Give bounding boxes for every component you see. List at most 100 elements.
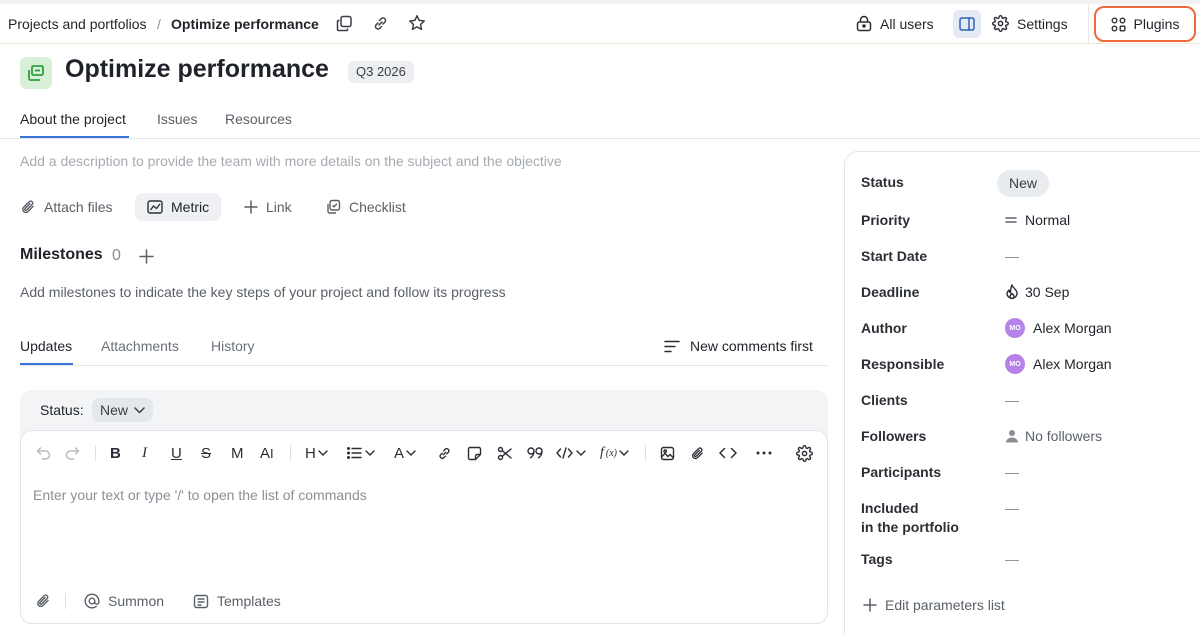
summon-label: Summon xyxy=(108,593,165,609)
strikethrough-icon[interactable]: S xyxy=(201,444,211,462)
add-milestone-icon[interactable] xyxy=(139,249,154,264)
tabs-divider xyxy=(0,138,1200,139)
status-badge[interactable]: New xyxy=(997,170,1050,197)
composer-status-label: Status: xyxy=(40,402,84,418)
insert-link-icon[interactable] xyxy=(437,444,452,462)
author-value[interactable]: MO Alex Morgan xyxy=(1005,318,1112,338)
tab-issues[interactable]: Issues xyxy=(157,111,197,127)
checklist-button[interactable]: Checklist xyxy=(325,193,406,221)
note-icon[interactable] xyxy=(467,444,482,462)
toolbar-divider xyxy=(290,445,291,461)
sidebar-panel-icon xyxy=(959,17,975,31)
tab-about[interactable]: About the project xyxy=(20,111,126,127)
tab-attachments[interactable]: Attachments xyxy=(101,338,179,354)
deadline-label: Deadline xyxy=(861,284,920,300)
formula-icon[interactable]: f (x) xyxy=(600,444,629,462)
cut-icon[interactable] xyxy=(497,444,512,462)
footer-divider xyxy=(65,593,66,609)
star-icon[interactable] xyxy=(408,14,426,32)
plugins-icon xyxy=(1111,17,1126,32)
list-icon[interactable] xyxy=(347,444,375,462)
panel-toggle-button[interactable] xyxy=(953,10,981,38)
editor-settings-icon[interactable] xyxy=(796,444,813,462)
bold-icon[interactable]: B xyxy=(110,444,121,462)
composer-status-value: New xyxy=(100,402,129,418)
italic-icon[interactable]: I xyxy=(142,444,147,462)
followers-label: Followers xyxy=(861,428,927,444)
sort-button[interactable]: New comments first xyxy=(664,338,813,354)
portfolio-icon xyxy=(26,63,46,83)
copy-icon[interactable] xyxy=(336,15,353,32)
summon-button[interactable]: Summon xyxy=(84,593,164,609)
avatar: MO xyxy=(1005,318,1025,338)
followers-text: No followers xyxy=(1025,428,1103,444)
text-color-icon[interactable]: A xyxy=(394,444,416,462)
settings-label: Settings xyxy=(1017,15,1068,32)
activity-tabs-divider xyxy=(20,365,828,366)
heading-icon[interactable]: H xyxy=(305,444,328,462)
composer-status-select[interactable]: New xyxy=(92,398,154,422)
image-icon[interactable] xyxy=(660,444,675,462)
followers-value[interactable]: No followers xyxy=(1005,428,1102,444)
plugins-label: Plugins xyxy=(1133,16,1180,32)
start-date-value[interactable]: — xyxy=(1005,248,1019,264)
portfolio-value[interactable]: — xyxy=(1005,500,1019,516)
edit-parameters-button[interactable]: Edit parameters list xyxy=(863,597,1005,613)
description-placeholder[interactable]: Add a description to provide the team wi… xyxy=(20,153,562,169)
paperclip-icon xyxy=(20,199,36,215)
attach-icon[interactable] xyxy=(690,444,705,462)
underline-icon[interactable]: U xyxy=(171,444,182,462)
breadcrumb-parent[interactable]: Projects and portfolios xyxy=(8,16,147,32)
metric-label: Metric xyxy=(171,199,210,215)
tab-updates[interactable]: Updates xyxy=(20,338,72,354)
milestones-title: Milestones xyxy=(20,246,103,263)
templates-button[interactable]: Templates xyxy=(193,593,281,609)
edit-parameters-label: Edit parameters list xyxy=(885,597,1005,613)
settings-button[interactable]: Settings xyxy=(992,15,1068,32)
redo-icon[interactable] xyxy=(65,444,80,462)
link-icon[interactable] xyxy=(372,15,389,32)
responsible-name: Alex Morgan xyxy=(1033,356,1112,372)
access-button[interactable]: All users xyxy=(856,15,934,32)
editor-placeholder[interactable]: Enter your text or type '/' to open the … xyxy=(33,487,367,503)
toolbar-divider xyxy=(95,445,96,461)
active-activity-tab-indicator xyxy=(20,363,73,365)
avatar: MO xyxy=(1005,354,1025,374)
code-block-icon[interactable] xyxy=(556,444,586,462)
html-icon[interactable] xyxy=(719,444,737,462)
user-icon xyxy=(1005,429,1019,443)
lock-icon xyxy=(856,15,872,32)
priority-value[interactable]: Normal xyxy=(1005,212,1070,228)
start-date-label: Start Date xyxy=(861,248,928,264)
responsible-value[interactable]: MO Alex Morgan xyxy=(1005,354,1112,374)
checklist-label: Checklist xyxy=(349,199,406,215)
deadline-value[interactable]: 30 Sep xyxy=(1005,284,1069,300)
text-clear-icon[interactable]: AI xyxy=(260,444,274,462)
at-icon xyxy=(84,593,100,609)
attach-files-button[interactable]: Attach files xyxy=(20,193,112,221)
quote-icon[interactable] xyxy=(527,444,543,462)
clients-value[interactable]: — xyxy=(1005,392,1019,408)
templates-label: Templates xyxy=(217,593,281,609)
priority-text: Normal xyxy=(1025,212,1071,228)
more-icon[interactable] xyxy=(756,444,772,462)
tab-history[interactable]: History xyxy=(211,338,255,354)
tab-resources[interactable]: Resources xyxy=(225,111,292,127)
portfolio-label-line2: in the portfolio xyxy=(861,519,959,535)
undo-icon[interactable] xyxy=(36,444,51,462)
monospace-icon[interactable]: M xyxy=(231,444,244,462)
link-button[interactable]: Link xyxy=(244,193,292,221)
tags-value[interactable]: — xyxy=(1005,551,1019,567)
plugins-button[interactable]: Plugins xyxy=(1094,6,1196,42)
breadcrumb-separator: / xyxy=(157,16,161,32)
milestones-hint: Add milestones to indicate the key steps… xyxy=(20,284,506,300)
toolbar-divider xyxy=(645,445,646,461)
participants-value[interactable]: — xyxy=(1005,464,1019,480)
quarter-badge[interactable]: Q3 2026 xyxy=(348,61,414,83)
metric-button[interactable]: Metric xyxy=(135,193,222,221)
deadline-text: 30 Sep xyxy=(1025,284,1070,300)
author-label: Author xyxy=(861,320,907,336)
sort-label: New comments first xyxy=(690,338,813,354)
checklist-icon xyxy=(325,199,341,215)
footer-attach-icon[interactable] xyxy=(35,593,51,609)
